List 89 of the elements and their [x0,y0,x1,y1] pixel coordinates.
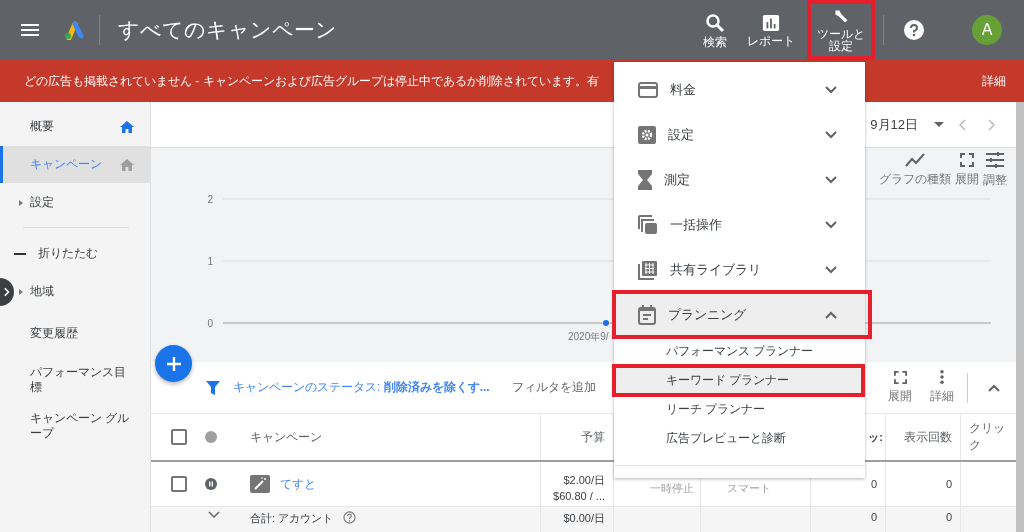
help-icon[interactable] [904,20,924,40]
y-tick-label: 1 [207,256,213,267]
column-header[interactable]: キャンペーン [250,428,322,446]
details-link[interactable]: 詳細 [982,72,1006,90]
gear-icon [638,125,656,144]
wrench-button[interactable]: ツールと設定 [807,0,875,60]
budget-value: $2.00/日 [563,473,605,488]
plus-icon [166,356,181,371]
sidebar-item[interactable]: キャンペーン グループ [14,403,150,448]
status-filter[interactable]: キャンペーンのステータス: 削除済みを除くす... [233,379,490,396]
expand-icon [19,288,23,295]
expand-button[interactable]: 展開 [954,152,980,188]
more-icon [940,370,944,384]
table-cell: 0 [945,511,952,523]
submenu-item[interactable]: キーワード プランナー [614,366,865,395]
total-label: 合計: アカウント [250,511,334,526]
pause-icon [205,478,217,490]
tune-icon [986,151,1004,168]
credit-card-icon [638,81,658,98]
filter-icon[interactable] [206,380,220,395]
submenu-item[interactable]: リーチ プランナー [614,395,865,424]
chevron-down-icon [825,130,837,139]
select-all-checkbox[interactable] [171,429,187,445]
add-filter-link[interactable]: フィルタを追加 [511,379,596,396]
calendar-icon [638,304,656,325]
page-title: すべてのキャンペーン [118,17,337,43]
table-cell: 0 [945,478,952,490]
row-checkbox[interactable] [171,476,187,492]
sidebar-item[interactable]: 設定 [14,184,150,221]
magic-wand-icon [250,475,270,493]
search-icon [705,12,725,33]
column-header[interactable]: 表示回数 [904,428,952,446]
date-range[interactable]: 9月12日 [870,115,918,134]
status-dot-icon [205,431,217,443]
chevron-right-icon [4,287,10,297]
menu-item[interactable]: 測定 [614,157,865,202]
status-value: 一時停止 [650,481,694,496]
chevron-down-icon [825,220,837,229]
chevron-up-icon[interactable] [988,383,1000,392]
scrollbar[interactable] [1016,102,1024,532]
tune-button[interactable]: 調整 [982,151,1008,189]
chevron-down-icon [825,175,837,184]
line-chart-icon [905,152,925,167]
column-header[interactable]: ッ: [868,429,883,445]
data-point [603,320,609,326]
fullscreen-icon [893,370,907,384]
menu-item[interactable]: 設定 [614,112,865,157]
y-tick-label: 0 [207,318,213,329]
expand-icon [19,199,23,206]
y-tick-label: 2 [207,194,213,205]
chevron-down-icon [825,265,837,274]
sidebar-item[interactable]: 地域 [14,273,150,310]
expand-button[interactable]: 展開 [887,370,913,405]
alert-message: どの広告も掲載されていません - キャンペーンおよび広告グループは停止中であるか削除されています。有 [24,72,599,90]
fullscreen-icon [960,152,974,167]
x-tick-label: 2020年9/ [568,331,609,342]
copy-icon [638,214,658,235]
menu-icon[interactable] [21,24,39,36]
type-value: スマート [727,481,771,496]
budget-value: $0.00/日 [563,511,605,526]
more-button[interactable]: 詳細 [929,370,955,405]
submenu-item[interactable]: パフォーマンス プランナー [614,337,865,366]
collapse-icon [14,252,26,255]
bar-chart-icon [762,13,780,32]
menu-item[interactable]: 共有ライブラリ [614,247,865,292]
chevron-down-icon [825,85,837,94]
column-header[interactable]: 予算 [581,428,605,446]
help-icon[interactable] [343,511,357,524]
sidebar-item[interactable]: パフォーマンス目標 [14,357,150,402]
chevron-down-icon[interactable] [208,511,220,519]
chart-line-button[interactable]: グラフの種類 [878,152,952,188]
search-button[interactable]: 検索 [695,0,735,60]
hourglass-icon [638,169,652,190]
grid-icon [638,259,658,280]
table-cell: 0 [870,511,877,523]
column-header[interactable]: クリック [969,420,1008,454]
sidebar-item[interactable]: 概要 [14,108,150,145]
campaign-link[interactable]: てすと [280,475,316,493]
chevron-up-icon [825,310,837,319]
budget-value: $60.80 / ... [553,490,605,502]
menu-item[interactable]: 一括操作 [614,202,865,247]
report-button[interactable]: レポート [739,0,803,60]
logo-icon[interactable] [63,20,85,40]
menu-item[interactable]: 料金 [614,67,865,112]
sidebar-item[interactable]: 折りたたむ [14,235,150,272]
table-cell: 0 [870,478,877,490]
sidebar-item[interactable]: 変更履歴 [14,311,150,356]
caret-icon[interactable] [934,122,944,127]
submenu-item[interactable]: 広告プレビューと診断 [614,424,865,453]
